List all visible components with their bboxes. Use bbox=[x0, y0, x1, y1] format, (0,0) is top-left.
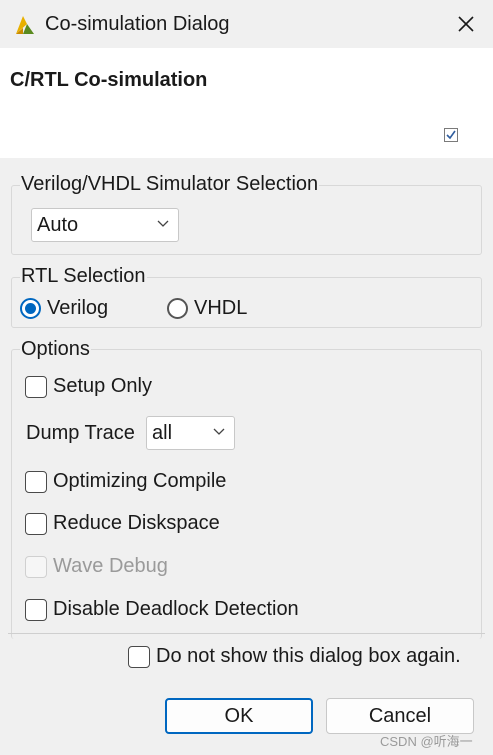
radio-verilog-label: Verilog bbox=[47, 297, 109, 319]
radio-vhdl-label: VHDL bbox=[194, 297, 248, 319]
radio-verilog[interactable]: Verilog bbox=[20, 297, 108, 320]
do-not-show-checkbox[interactable]: Do not show this dialog box again. bbox=[128, 645, 461, 668]
window-title: Co-simulation Dialog bbox=[45, 13, 230, 35]
setup-only-checkbox[interactable]: Setup Only bbox=[25, 375, 152, 398]
vivado-hls-icon bbox=[16, 16, 34, 34]
optimizing-compile-checkbox[interactable]: Optimizing Compile bbox=[25, 470, 226, 493]
checkbox-box bbox=[25, 598, 47, 621]
header-title: C/RTL Co-simulation bbox=[10, 69, 208, 91]
wave-debug-checkbox: Wave Debug bbox=[25, 555, 168, 578]
simulator-select-value: Auto bbox=[37, 213, 79, 236]
watermark: CSDN @听海一 bbox=[380, 734, 473, 749]
chevron-down-icon bbox=[157, 220, 169, 227]
radio-unselected-indicator bbox=[167, 298, 188, 319]
rtl-group-legend: RTL Selection bbox=[20, 264, 147, 288]
wave-debug-label: Wave Debug bbox=[53, 555, 168, 577]
close-button[interactable] bbox=[447, 6, 485, 42]
simulator-group-legend: Verilog/VHDL Simulator Selection bbox=[20, 172, 320, 196]
options-group-legend: Options bbox=[20, 337, 91, 361]
separator bbox=[8, 633, 485, 634]
dump-trace-select[interactable]: all bbox=[146, 416, 235, 450]
checkbox-box bbox=[25, 375, 47, 398]
do-not-show-label: Do not show this dialog box again. bbox=[156, 645, 461, 667]
ok-button[interactable]: OK bbox=[165, 698, 313, 734]
check-icon bbox=[446, 130, 456, 140]
simulator-select[interactable]: Auto bbox=[31, 208, 179, 242]
checkbox-box bbox=[25, 555, 47, 578]
setup-only-label: Setup Only bbox=[53, 375, 152, 397]
reduce-diskspace-label: Reduce Diskspace bbox=[53, 512, 220, 534]
radio-vhdl[interactable]: VHDL bbox=[167, 297, 247, 320]
dump-trace-value: all bbox=[152, 421, 173, 444]
header-checkbox[interactable] bbox=[444, 128, 458, 142]
disable-deadlock-label: Disable Deadlock Detection bbox=[53, 598, 299, 620]
chevron-down-icon bbox=[213, 428, 225, 435]
radio-selected-indicator bbox=[20, 298, 41, 319]
header-panel: C/RTL Co-simulation bbox=[0, 48, 493, 158]
close-icon bbox=[458, 16, 474, 32]
dump-trace-label: Dump Trace bbox=[26, 422, 135, 444]
checkbox-box bbox=[128, 645, 150, 668]
reduce-diskspace-checkbox[interactable]: Reduce Diskspace bbox=[25, 512, 220, 535]
title-bar: Co-simulation Dialog bbox=[0, 0, 493, 48]
disable-deadlock-checkbox[interactable]: Disable Deadlock Detection bbox=[25, 598, 299, 621]
optimizing-compile-label: Optimizing Compile bbox=[53, 470, 227, 492]
checkbox-box bbox=[25, 512, 47, 535]
cancel-button[interactable]: Cancel bbox=[326, 698, 474, 734]
checkbox-box bbox=[25, 470, 47, 493]
